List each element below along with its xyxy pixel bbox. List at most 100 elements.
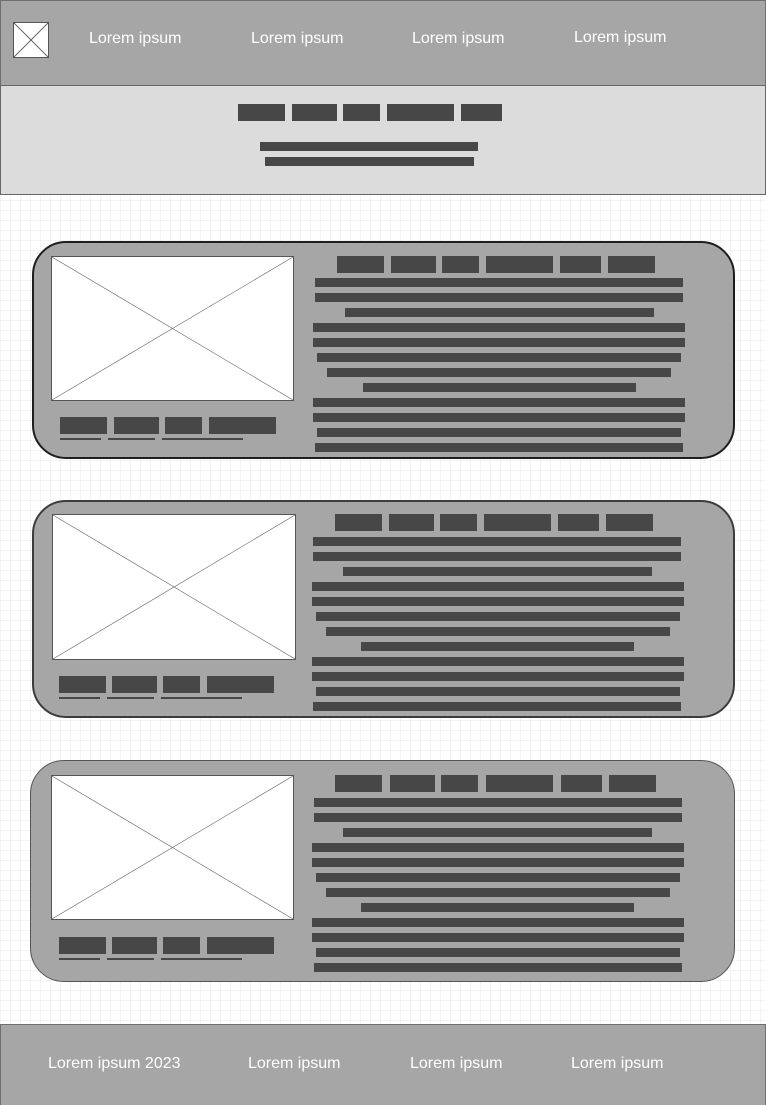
card-heading-word [442,256,479,273]
card-heading-word [484,514,551,531]
hero-banner [0,85,766,195]
hero-subtitle-line [265,157,474,166]
card-body-line [312,672,684,681]
card-caption-underline [59,697,100,699]
card-heading-word [558,514,599,531]
card-caption-underline [162,438,243,440]
card-body-line [345,308,654,317]
card-body-line [316,687,680,696]
card-caption-word [207,937,274,954]
card-heading-word [486,775,553,792]
card-body-line [313,338,685,347]
card-body-line [313,398,685,407]
card-caption-underline [60,438,101,440]
card-body-line [361,903,634,912]
card-caption-underline [107,958,154,960]
card-heading-word [486,256,553,273]
footer-copyright: Lorem ipsum 2023 [48,1055,181,1072]
logo-image-placeholder-icon[interactable] [13,22,49,58]
hero-title-word [343,104,380,121]
content-card-2[interactable] [32,500,735,718]
card-body-line [313,552,681,561]
card-body-line [317,428,681,437]
nav-link-1[interactable]: Lorem ipsum [89,30,181,48]
hero-title-word [387,104,454,121]
card-heading-word [335,775,382,792]
card-body-line [314,963,682,972]
card-body-line [314,813,682,822]
card-body-line [312,918,684,927]
card-body-line [363,383,636,392]
card-heading-word [561,775,602,792]
card-heading-word [391,256,436,273]
content-card-3[interactable] [30,760,735,982]
card-heading-word [390,775,435,792]
card-heading-word [389,514,434,531]
card-body-line [313,537,681,546]
card-heading-word [337,256,384,273]
card-body-line [326,627,670,636]
card-body-line [327,368,671,377]
card-caption-word [165,417,202,434]
card-body-line [312,657,684,666]
card-body-line [326,888,670,897]
card-caption-underline [59,958,100,960]
footer-link-3[interactable]: Lorem ipsum [571,1055,663,1073]
footer-link-2[interactable]: Lorem ipsum [410,1055,502,1073]
card-caption-word [59,937,106,954]
card-heading-word [606,514,653,531]
card-body-line [343,567,652,576]
nav-link-3[interactable]: Lorem ipsum [412,30,504,48]
card-heading-word [609,775,656,792]
card-body-line [316,948,680,957]
card-body-line [315,443,683,452]
card-caption-word [163,937,200,954]
card-image-placeholder-icon [51,256,294,401]
card-caption-underline [161,958,242,960]
card-image-placeholder-icon [52,514,296,660]
card-body-line [316,873,680,882]
card-caption-underline [161,697,242,699]
card-body-line [313,702,681,711]
card-heading-word [440,514,477,531]
hero-title-word [461,104,502,121]
card-body-line [313,413,685,422]
card-body-line [313,323,685,332]
hero-title-word [292,104,337,121]
nav-link-4[interactable]: Lorem ipsum [574,29,666,47]
card-body-line [316,612,680,621]
card-body-line [312,933,684,942]
card-image-placeholder-icon [51,775,294,920]
card-body-line [315,278,683,287]
card-heading-word [608,256,655,273]
card-caption-word [60,417,107,434]
card-heading-word [441,775,478,792]
card-body-line [312,582,684,591]
card-caption-word [114,417,159,434]
hero-title-word [238,104,285,121]
content-card-1[interactable] [32,241,735,459]
card-body-line [314,798,682,807]
card-heading-word [335,514,382,531]
card-body-line [312,597,684,606]
card-caption-word [207,676,274,693]
site-footer: Lorem ipsum 2023 Lorem ipsum Lorem ipsum… [0,1024,766,1105]
site-header: Lorem ipsum Lorem ipsum Lorem ipsum Lore… [0,0,766,86]
card-body-line [312,843,684,852]
card-caption-underline [107,697,154,699]
card-caption-word [163,676,200,693]
card-caption-word [59,676,106,693]
card-body-line [343,828,652,837]
card-caption-word [112,676,157,693]
card-body-line [317,353,681,362]
card-body-line [361,642,634,651]
hero-subtitle-line [260,142,478,151]
card-heading-word [560,256,601,273]
footer-link-1[interactable]: Lorem ipsum [248,1055,340,1073]
card-body-line [312,858,684,867]
card-caption-word [209,417,276,434]
card-caption-underline [108,438,155,440]
card-body-line [315,293,683,302]
card-caption-word [112,937,157,954]
nav-link-2[interactable]: Lorem ipsum [251,30,343,48]
